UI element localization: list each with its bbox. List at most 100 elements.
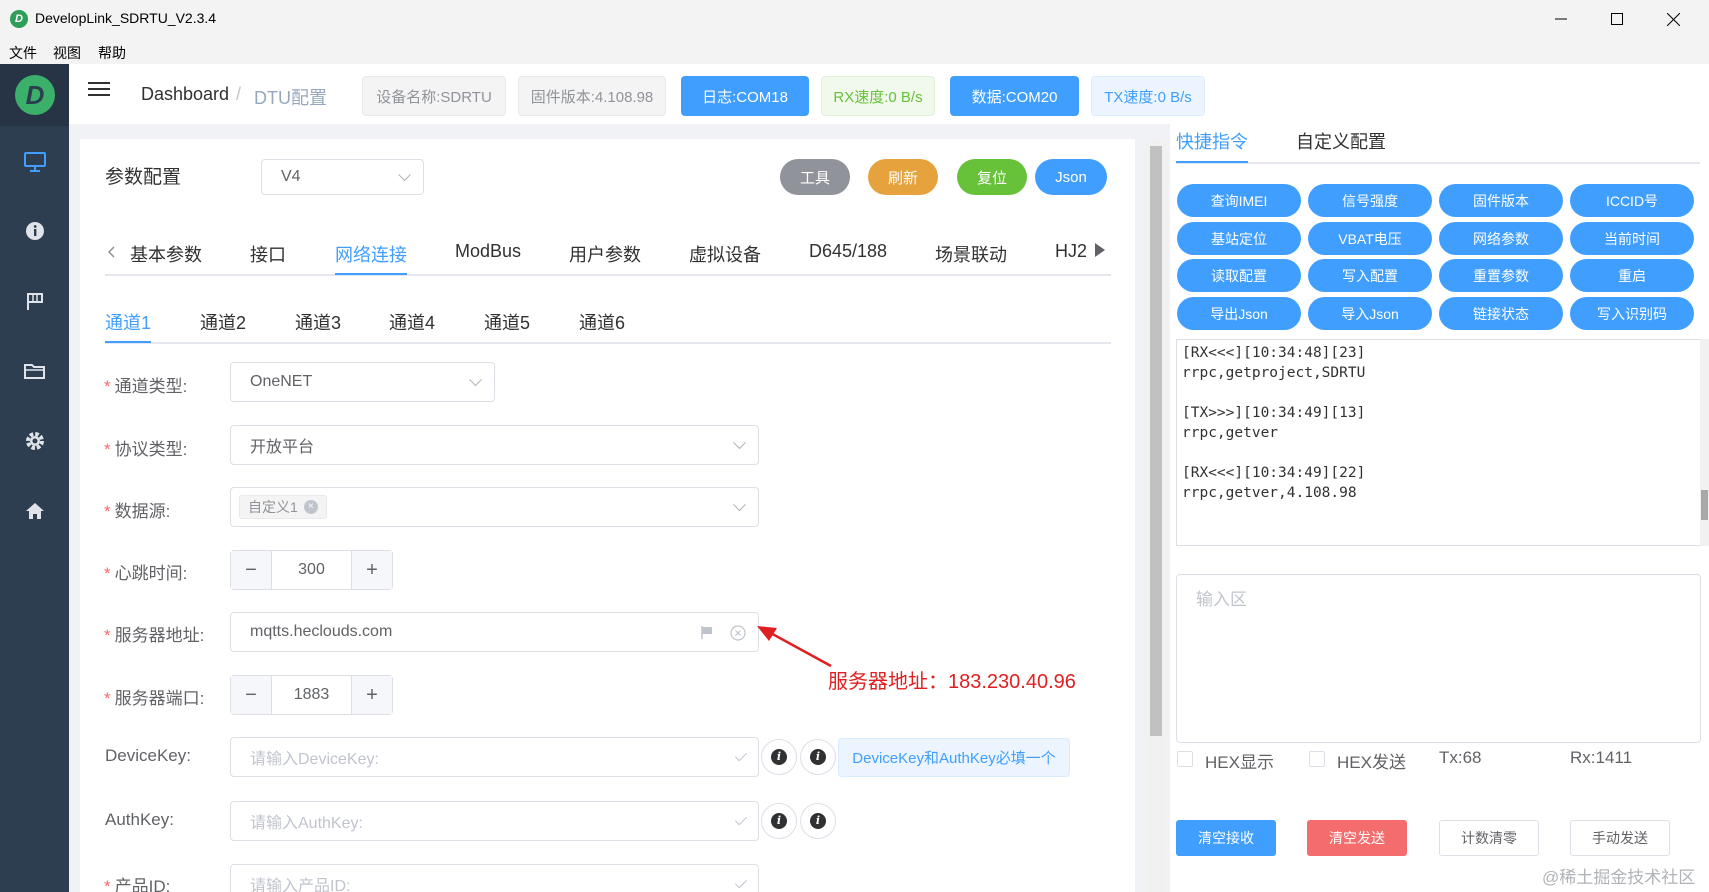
menu-help[interactable]: 帮助: [98, 43, 126, 63]
data-port-button[interactable]: 数据:COM20: [950, 76, 1079, 116]
hex-display-label: HEX显示: [1205, 753, 1274, 772]
version-select[interactable]: V4: [261, 159, 424, 195]
chevron-down-icon: [398, 168, 411, 182]
tab-user-params[interactable]: 用户参数: [569, 241, 641, 267]
tab-channel-6[interactable]: 通道6: [579, 309, 625, 335]
quick-command-button[interactable]: 写入识别码: [1570, 297, 1694, 330]
tab-channel-2[interactable]: 通道2: [200, 309, 246, 335]
flag-icon[interactable]: [701, 626, 713, 644]
close-icon[interactable]: [1645, 0, 1701, 38]
quick-command-button[interactable]: 信号强度: [1308, 184, 1432, 217]
reset-button[interactable]: 复位: [957, 159, 1027, 195]
json-button[interactable]: Json: [1035, 159, 1107, 195]
menu-bar: 文件 视图 帮助: [0, 38, 1709, 64]
server-address-input[interactable]: mqtts.heclouds.com: [230, 612, 759, 652]
tools-button[interactable]: 工具: [780, 159, 850, 195]
quick-command-button[interactable]: 读取配置: [1177, 259, 1301, 292]
watermark: @稀土掘金技术社区: [1542, 868, 1696, 887]
log-port-button[interactable]: 日志:COM18: [681, 76, 809, 116]
log-line: rrpc,getver,4.108.98: [1182, 485, 1357, 501]
heartbeat-value[interactable]: 300: [271, 551, 352, 589]
menu-view[interactable]: 视图: [53, 43, 81, 63]
tab-interface[interactable]: 接口: [250, 241, 286, 267]
monitor-icon[interactable]: [20, 147, 50, 177]
tab-channel-5[interactable]: 通道5: [484, 309, 530, 335]
auth-key-input[interactable]: 请输入AuthKey:: [230, 801, 759, 841]
input-placeholder: 输入区: [1196, 590, 1247, 609]
minimize-icon[interactable]: [1533, 0, 1589, 38]
tab-hj2[interactable]: HJ2: [1055, 241, 1087, 262]
tx-speed-tag: TX速度:0 B/s: [1091, 76, 1205, 116]
folder-icon[interactable]: [20, 356, 50, 386]
auth-key-info-button[interactable]: i: [761, 803, 797, 839]
hex-send-checkbox[interactable]: [1309, 751, 1325, 767]
flag-icon[interactable]: [20, 286, 50, 316]
clear-send-button[interactable]: 清空发送: [1307, 820, 1407, 856]
quick-command-button[interactable]: 导入Json: [1308, 297, 1432, 330]
increment-button[interactable]: +: [352, 551, 392, 589]
clear-icon[interactable]: [730, 625, 746, 646]
quick-command-button[interactable]: VBAT电压: [1308, 222, 1432, 255]
server-port-value[interactable]: 1883: [271, 676, 352, 714]
quick-command-button[interactable]: ICCID号: [1570, 184, 1694, 217]
quick-command-button[interactable]: 网络参数: [1439, 222, 1563, 255]
gear-icon[interactable]: [20, 426, 50, 456]
info-icon[interactable]: [20, 216, 50, 246]
increment-button[interactable]: +: [352, 676, 392, 714]
tab-virtual-device[interactable]: 虚拟设备: [689, 241, 761, 267]
quick-command-button[interactable]: 基站定位: [1177, 222, 1301, 255]
tab-quick-commands[interactable]: 快捷指令: [1176, 128, 1248, 154]
tab-d645[interactable]: D645/188: [809, 241, 887, 262]
quick-command-button[interactable]: 重置参数: [1439, 259, 1563, 292]
quick-command-button[interactable]: 查询IMEI: [1177, 184, 1301, 217]
hamburger-icon[interactable]: [88, 82, 110, 100]
quick-command-button[interactable]: 重启: [1570, 259, 1694, 292]
maximize-icon[interactable]: [1589, 0, 1645, 38]
quick-command-button[interactable]: 固件版本: [1439, 184, 1563, 217]
tab-channel-4[interactable]: 通道4: [389, 309, 435, 335]
manual-send-button[interactable]: 手动发送: [1570, 820, 1670, 856]
auth-key-help-button[interactable]: i: [800, 803, 836, 839]
tabs-next-icon[interactable]: [1094, 242, 1106, 258]
tab-modbus[interactable]: ModBus: [455, 241, 521, 262]
product-id-input[interactable]: 请输入产品ID:: [230, 864, 759, 892]
log-line: [TX>>>][10:34:49][13]: [1182, 405, 1366, 421]
channel-type-select[interactable]: OneNET: [230, 362, 495, 402]
server-port-stepper[interactable]: − 1883 +: [230, 675, 393, 715]
tab-network[interactable]: 网络连接: [335, 241, 407, 267]
main-tab-active-bar: [335, 273, 407, 275]
brand-logo-icon[interactable]: D: [15, 75, 55, 115]
refresh-button[interactable]: 刷新: [868, 159, 938, 195]
main-scrollbar-thumb[interactable]: [1150, 146, 1162, 736]
device-key-info-button[interactable]: i: [761, 739, 797, 775]
home-icon[interactable]: [20, 496, 50, 526]
device-key-input[interactable]: 请输入DeviceKey:: [230, 737, 759, 777]
quick-command-button[interactable]: 写入配置: [1308, 259, 1432, 292]
info-icon: i: [810, 813, 826, 829]
menu-file[interactable]: 文件: [9, 43, 37, 63]
quick-command-button[interactable]: 导出Json: [1177, 297, 1301, 330]
clear-receive-button[interactable]: 清空接收: [1176, 820, 1276, 856]
tabs-prev-icon[interactable]: [106, 245, 118, 258]
reset-count-button[interactable]: 计数清零: [1439, 820, 1539, 856]
tab-basic-params[interactable]: 基本参数: [130, 241, 202, 267]
decrement-button[interactable]: −: [231, 551, 271, 589]
tab-scene-linkage[interactable]: 场景联动: [935, 241, 1007, 267]
send-input-area[interactable]: 输入区: [1176, 574, 1701, 743]
log-scrollbar-thumb[interactable]: [1701, 490, 1708, 520]
hex-display-checkbox[interactable]: [1177, 751, 1193, 767]
tab-channel-1[interactable]: 通道1: [105, 309, 151, 335]
decrement-button[interactable]: −: [231, 676, 271, 714]
protocol-type-select[interactable]: 开放平台: [230, 425, 759, 465]
tab-custom-config[interactable]: 自定义配置: [1296, 128, 1386, 154]
tab-channel-3[interactable]: 通道3: [295, 309, 341, 335]
server-port-label: * 服务器端口:: [104, 689, 205, 708]
data-source-select[interactable]: 自定义1 ×: [230, 487, 759, 527]
quick-command-button[interactable]: 当前时间: [1570, 222, 1694, 255]
breadcrumb-home[interactable]: Dashboard: [141, 84, 229, 105]
receive-log[interactable]: [RX<<<][10:34:48][23] rrpc,getproject,SDR…: [1176, 339, 1701, 546]
heartbeat-stepper[interactable]: − 300 +: [230, 550, 393, 590]
device-key-help-button[interactable]: i: [800, 739, 836, 775]
tag-close-icon[interactable]: ×: [303, 500, 318, 514]
quick-command-button[interactable]: 链接状态: [1439, 297, 1563, 330]
